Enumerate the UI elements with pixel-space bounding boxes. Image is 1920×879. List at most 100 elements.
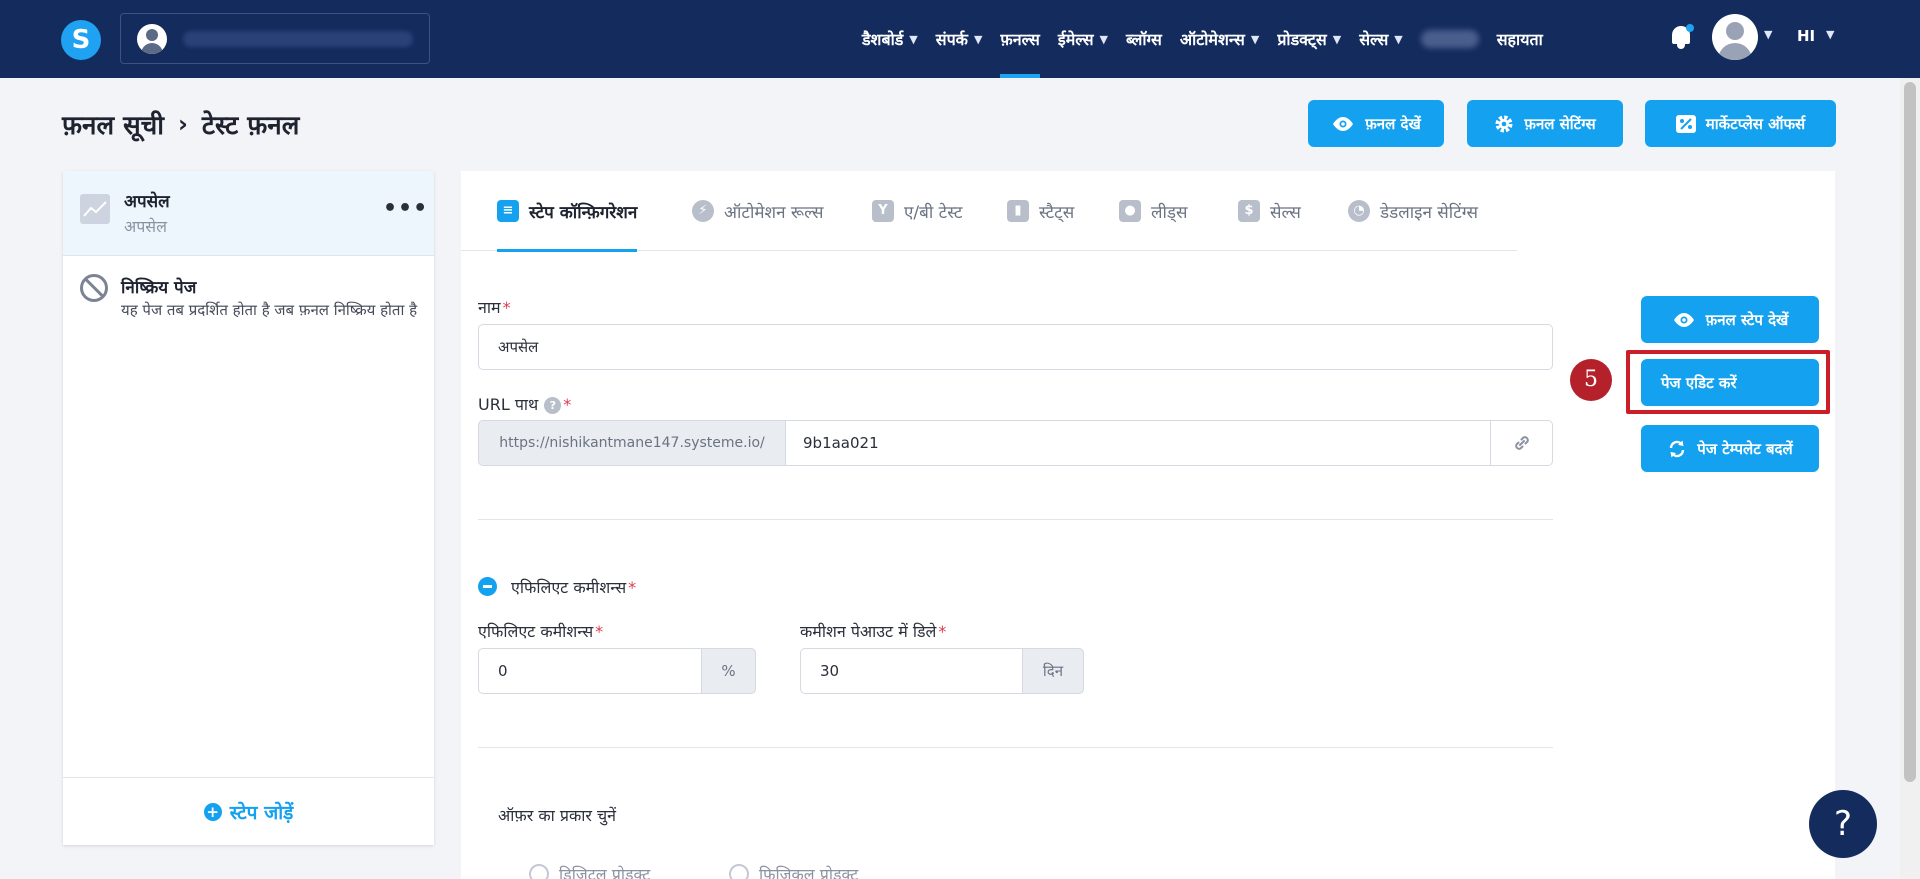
nav-sales-label: सेल्स	[1359, 30, 1389, 49]
commission-label: एफिलिएट कमीशन्स *	[478, 620, 603, 642]
more-options-icon[interactable]: •••	[383, 196, 428, 221]
view-funnel-button[interactable]: फ़नल देखें	[1308, 100, 1444, 147]
change-template-label: पेज टेम्पलेट बदलें	[1697, 439, 1793, 458]
tab-leads[interactable]: ● लीड्स	[1119, 171, 1188, 251]
nav-emails[interactable]: ईमेल्स ▼	[1058, 0, 1108, 78]
inactive-page-description: यह पेज तब प्रदर्शित होता है जब फ़नल निष्…	[121, 301, 418, 319]
view-funnel-step-button[interactable]: फ़नल स्टेप देखें	[1641, 296, 1819, 343]
nav-sales[interactable]: सेल्स ▼	[1359, 0, 1403, 78]
nav-blogs[interactable]: ब्लॉग्स	[1126, 0, 1162, 78]
link-icon	[1514, 436, 1529, 450]
breadcrumb: फ़नल सूची › टेस्ट फ़नल	[62, 106, 299, 142]
nav-automations[interactable]: ऑटोमेशन्स ▼	[1180, 0, 1259, 78]
step-subtitle: अपसेल	[124, 217, 167, 236]
tab-ab-test[interactable]: Y ए/बी टेस्ट	[872, 171, 962, 251]
name-input[interactable]: अपसेल	[478, 324, 1553, 370]
tab-stats[interactable]: ▮ स्टैट्स	[1007, 171, 1074, 251]
url-path-label: URL पाथ? *	[478, 393, 571, 415]
commission-input[interactable]: 0	[478, 648, 702, 694]
nav-funnels[interactable]: फ़नल्स	[1000, 0, 1041, 78]
nav-products-label: प्रोडक्ट्स	[1277, 30, 1327, 49]
tab-label: डेडलाइन सेटिंग्स	[1380, 202, 1479, 223]
chevron-down-icon: ▼	[909, 32, 918, 46]
funnel-steps-panel: अपसेल अपसेल ••• निष्क्रिय पेज यह पेज तब …	[63, 171, 434, 845]
tab-label: स्टैट्स	[1039, 202, 1075, 223]
nav-blurred-item[interactable]	[1420, 0, 1479, 78]
nav-contacts[interactable]: संपर्क ▼	[936, 0, 983, 78]
url-prefix: https://nishikantmane147.systeme.io/	[478, 420, 786, 466]
help-chat-button[interactable]: ?	[1809, 790, 1877, 858]
section-divider	[478, 519, 1553, 520]
offer-digital-label[interactable]: डिजिटल प्रोडक्ट	[559, 863, 650, 879]
nav-help-label: सहायता	[1496, 30, 1543, 49]
add-step-button[interactable]: + स्टेप जोड़ें	[63, 777, 434, 845]
marketplace-offers-button[interactable]: मार्केटप्लेस ऑफर्स	[1645, 100, 1836, 147]
account-name-blurred	[183, 31, 413, 47]
clock-icon: ◔	[1348, 200, 1370, 222]
nav-automations-label: ऑटोमेशन्स	[1179, 30, 1245, 49]
payout-delay-label-text: कमीशन पेआउट में डिले	[800, 622, 937, 641]
help-icon[interactable]: ?	[544, 397, 562, 414]
page-scrollbar[interactable]	[1900, 78, 1920, 879]
nav-dashboard[interactable]: डैशबोर्ड ▼	[862, 0, 918, 78]
copy-link-button[interactable]	[1490, 420, 1553, 466]
chart-thumbnail-icon	[80, 194, 110, 224]
bell-icon[interactable]	[1670, 24, 1694, 50]
scrollbar-thumb[interactable]	[1904, 82, 1916, 782]
chevron-down-icon: ▼	[1099, 32, 1108, 46]
gear-icon	[1495, 115, 1513, 132]
chevron-down-icon: ▼	[1250, 32, 1260, 46]
inactive-page-title[interactable]: निष्क्रिय पेज	[121, 275, 196, 298]
plus-circle-icon: +	[203, 802, 222, 821]
tab-deadline-settings[interactable]: ◔ डेडलाइन सेटिंग्स	[1348, 171, 1478, 251]
step-configuration-panel: ≡ स्टेप कॉन्फ़िगरेशन ⚡ ऑटोमेशन रूल्स Y ए/बी…	[461, 171, 1835, 879]
nav-help[interactable]: सहायता	[1497, 0, 1543, 78]
offer-physical-radio[interactable]	[729, 864, 749, 879]
payout-delay-input[interactable]: 30	[800, 648, 1023, 694]
days-addon: दिन	[1022, 648, 1084, 694]
tab-sales[interactable]: $ सेल्स	[1238, 171, 1301, 251]
user-avatar[interactable]	[1712, 14, 1758, 60]
split-icon: Y	[872, 200, 894, 222]
top-navigation: S डैशबोर्ड ▼ संपर्क ▼ फ़नल्स ईमेल्स ▼ ब्लॉग…	[0, 0, 1920, 78]
chevron-down-icon[interactable]: ▼	[1764, 28, 1772, 41]
systeme-logo[interactable]: S	[61, 20, 101, 60]
nav-contacts-label: संपर्क	[935, 30, 968, 49]
tab-label: ए/बी टेस्ट	[904, 202, 963, 223]
bar-chart-icon: ▮	[1007, 200, 1029, 222]
funnel-settings-button[interactable]: फ़नल सेटिंग्स	[1467, 100, 1623, 147]
commission-label-text: एफिलिएट कमीशन्स	[478, 622, 594, 641]
step-number-badge: 5	[1570, 359, 1612, 401]
percent-tag-icon	[1675, 114, 1696, 133]
account-switcher[interactable]	[120, 13, 430, 64]
required-mark: *	[502, 298, 511, 317]
url-path-value: 9b1aa021	[803, 434, 879, 452]
offer-digital-radio[interactable]	[529, 864, 549, 879]
nav-dashboard-label: डैशबोर्ड	[862, 30, 904, 49]
nav-emails-label: ईमेल्स	[1057, 30, 1094, 49]
step-tabs: ≡ स्टेप कॉन्फ़िगरेशन ⚡ ऑटोमेशन रूल्स Y ए/बी…	[461, 171, 1517, 252]
add-step-label: स्टेप जोड़ें	[229, 801, 294, 824]
tab-step-configuration[interactable]: ≡ स्टेप कॉन्फ़िगरेशन	[497, 171, 638, 252]
funnel-step-upsell[interactable]: अपसेल अपसेल •••	[63, 171, 434, 256]
tab-automation-rules[interactable]: ⚡ ऑटोमेशन रूल्स	[692, 171, 824, 251]
tab-label: ऑटोमेशन रूल्स	[724, 202, 824, 223]
breadcrumb-funnel-list[interactable]: फ़नल सूची	[62, 106, 164, 142]
commission-value: 0	[498, 662, 508, 680]
eye-icon	[1333, 116, 1354, 131]
lightning-icon: ⚡	[692, 200, 714, 222]
chevron-down-icon: ▼	[1394, 32, 1403, 46]
tab-label: सेल्स	[1270, 202, 1301, 223]
offer-physical-label[interactable]: फ़िज़िकल प्रोडक्ट	[759, 863, 858, 879]
change-template-button[interactable]: पेज टेम्पलेट बदलें	[1641, 425, 1819, 472]
url-path-input[interactable]: 9b1aa021	[785, 420, 1491, 466]
payout-delay-value: 30	[820, 662, 840, 680]
percent-addon: %	[701, 648, 756, 694]
nav-products[interactable]: प्रोडक्ट्स ▼	[1277, 0, 1341, 78]
dollar-icon: $	[1238, 200, 1260, 222]
chevron-down-icon[interactable]: ▼	[1826, 28, 1834, 41]
name-input-value: अपसेल	[498, 338, 539, 356]
language-selector[interactable]: HI	[1797, 27, 1815, 45]
collapse-minus-icon[interactable]	[478, 577, 497, 596]
breadcrumb-current: टेस्ट फ़नल	[201, 111, 300, 141]
